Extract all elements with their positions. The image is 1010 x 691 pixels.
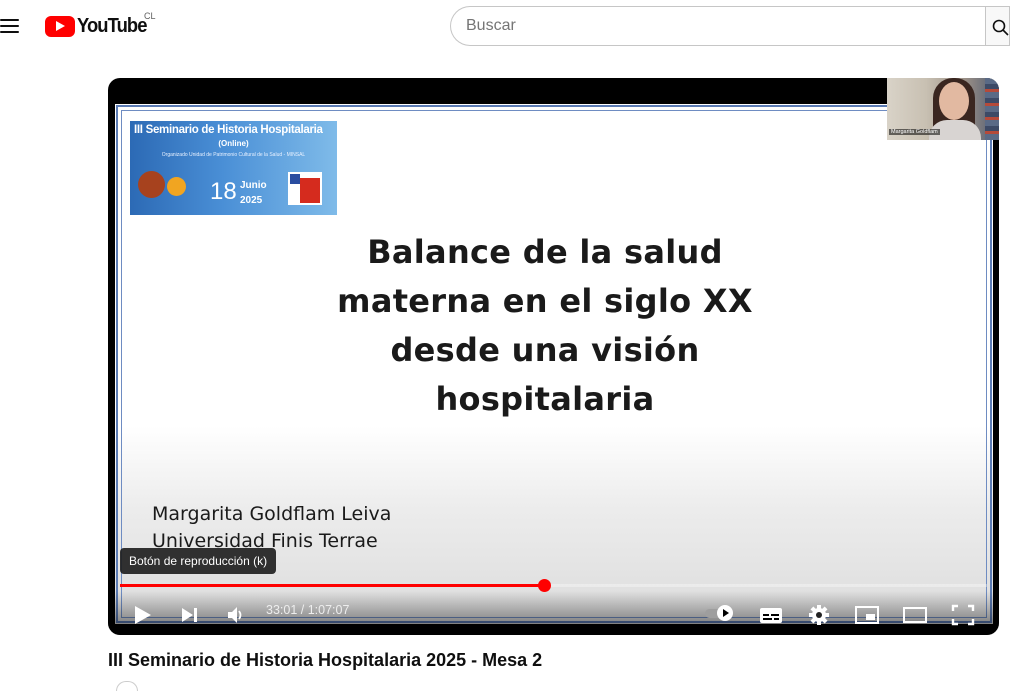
banner-title: III Seminario de Historia Hospitalaria (134, 124, 323, 136)
time-display: 33:01 / 1:07:07 (266, 603, 349, 617)
banner-decor-circle (167, 177, 186, 196)
guide-menu-icon[interactable] (0, 14, 24, 38)
masthead: YouTube CL (0, 0, 1010, 52)
settings-button[interactable] (801, 597, 837, 633)
miniplayer-button[interactable] (849, 597, 885, 633)
subtitles-button[interactable] (753, 597, 789, 633)
webcam-name-label: Margarita Goldflam (889, 129, 940, 135)
slide-author-block: Margarita Goldflam Leiva Universidad Fin… (152, 501, 391, 555)
search-input[interactable] (466, 7, 976, 45)
next-button[interactable] (172, 597, 208, 633)
channel-avatar[interactable] (116, 681, 138, 691)
next-icon (182, 608, 197, 622)
youtube-logo[interactable]: YouTube (45, 14, 153, 38)
slide-author: Margarita Goldflam Leiva (152, 503, 392, 525)
logo-wordmark: YouTube (77, 14, 147, 37)
slide-title-line: desde una visión (390, 331, 700, 369)
banner-organizer: Organizado Unidad de Patrimonio Cultural… (161, 152, 306, 158)
gear-icon (809, 605, 829, 625)
slide-title: Balance de la salud materna en el siglo … (285, 228, 805, 424)
time-separator: / (297, 603, 308, 617)
fullscreen-button[interactable] (945, 597, 981, 633)
seminar-banner: III Seminario de Historia Hospitalaria (… (130, 121, 337, 215)
mute-button[interactable] (218, 597, 254, 633)
slide-title-line: materna en el siglo XX (337, 282, 753, 320)
speaker-webcam: Margarita Goldflam (887, 78, 999, 140)
time-current: 33:01 (266, 603, 298, 617)
search-box (450, 6, 990, 46)
slide-title-line: hospitalaria (435, 380, 655, 418)
play-button-tooltip: Botón de reproducción (k) (120, 548, 277, 574)
player-controls: 33:01 / 1:07:07 (108, 591, 999, 635)
youtube-play-logo-icon (45, 15, 75, 37)
fullscreen-icon (951, 604, 975, 626)
autoplay-toggle[interactable] (703, 603, 739, 623)
banner-year: 2025 (240, 195, 263, 206)
miniplayer-icon (855, 606, 879, 624)
search-button[interactable] (985, 6, 1010, 46)
progress-bar[interactable] (120, 579, 987, 592)
banner-day: 18 (210, 178, 237, 205)
slide-title-line: Balance de la salud (367, 233, 723, 271)
time-duration: 1:07:07 (307, 603, 350, 617)
banner-subtitle: (Online) (218, 139, 249, 148)
video-frame-slide: III Seminario de Historia Hospitalaria (… (115, 104, 993, 624)
video-player[interactable]: III Seminario de Historia Hospitalaria (… (108, 78, 999, 635)
video-title: III Seminario de Historia Hospitalaria 2… (108, 650, 543, 670)
subtitles-icon (760, 608, 782, 623)
autoplay-icon (717, 605, 733, 621)
minsal-logo (288, 172, 322, 205)
theater-mode-button[interactable] (897, 597, 933, 633)
play-icon (135, 606, 151, 624)
banner-month: Junio (240, 180, 267, 191)
search-icon (992, 19, 1009, 36)
theater-mode-icon (903, 607, 927, 623)
volume-icon (228, 607, 242, 623)
play-button[interactable] (125, 597, 161, 633)
progress-played (120, 584, 544, 587)
country-code: CL (144, 11, 156, 21)
banner-decor-circle (138, 171, 165, 198)
